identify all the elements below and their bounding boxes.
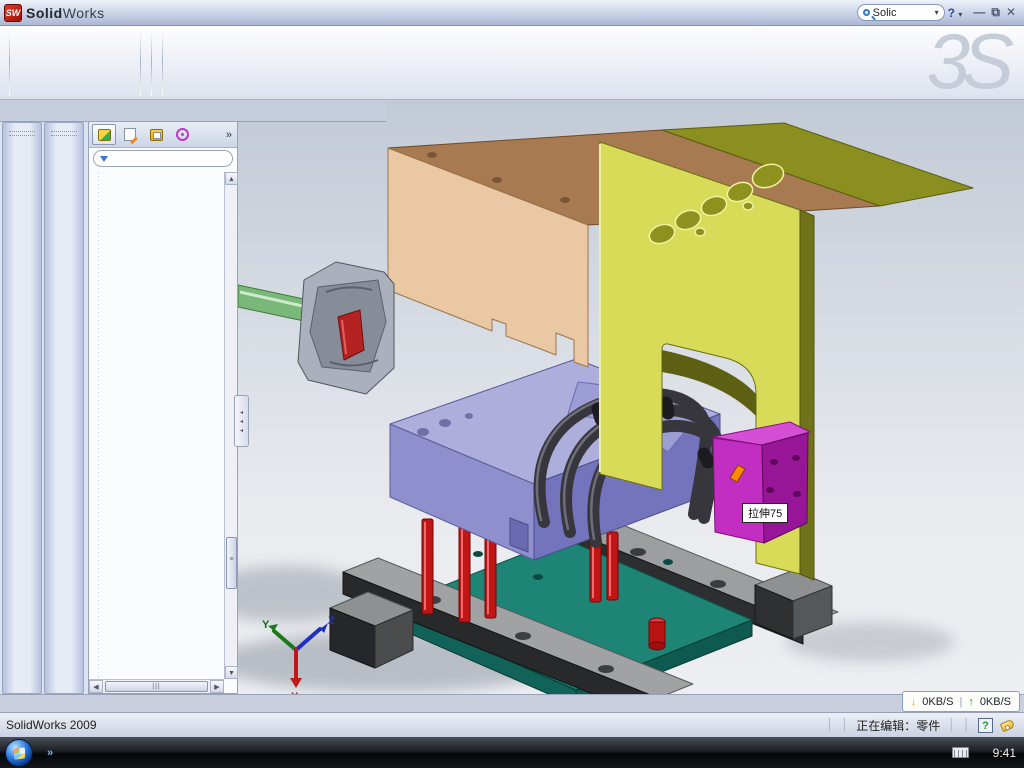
feature-tree <box>89 172 224 679</box>
model-tab-bar <box>0 694 1024 712</box>
triad-y-label: Y <box>262 619 270 631</box>
command-manager-tabs <box>0 100 386 122</box>
dimxpert-manager-tab[interactable] <box>170 124 194 145</box>
network-speed-overlay[interactable]: ↓ 0KB/S | ↑ 0KB/S <box>902 691 1020 712</box>
search-dropdown-icon[interactable]: ▾ <box>935 8 939 17</box>
search-value: Solic <box>873 7 932 19</box>
panel-splitter-handle[interactable]: ◂◂◂ <box>234 395 249 447</box>
scroll-up-arrow[interactable]: ▲ <box>225 172 238 185</box>
tree-horizontal-scrollbar[interactable]: ◀ ||| ▶ <box>89 679 224 693</box>
feature-manager-tree-tab[interactable] <box>92 124 116 145</box>
horizontal-scroll-thumb[interactable]: ||| <box>105 681 208 692</box>
system-tray: 9:41 <box>952 746 1024 760</box>
app-title: SolidWorks <box>26 5 105 21</box>
windows-taskbar: » 9:41 <box>0 737 1024 768</box>
triad-z-label: Z <box>328 615 335 627</box>
feature-tooltip: 拉伸75 <box>742 503 788 523</box>
property-manager-icon <box>124 128 136 141</box>
title-bar: SW SolidWorks Solic ▾ ? ▾ — ⧉ ✕ <box>0 0 1024 26</box>
dimxpert-manager-icon <box>176 128 189 141</box>
slide-core-unit[interactable] <box>238 262 394 394</box>
start-button[interactable] <box>5 739 33 767</box>
status-bar: SolidWorks 2009 ││ 正在编辑：零件 ││ ? <box>0 712 1024 737</box>
cavity-block[interactable] <box>390 359 720 560</box>
side-insert-block[interactable] <box>713 422 810 543</box>
3d-model-view[interactable]: Y Z X <box>238 122 1024 694</box>
tree-filter-row <box>89 148 237 170</box>
search-icon <box>863 9 870 16</box>
feature-manager-panel: » ▲ ≡ ▼ ◀ ||| ▶ <box>88 122 238 694</box>
graphics-viewport[interactable]: Y Z X 拉伸75 <box>238 100 1024 694</box>
quick-tips-toggle[interactable]: ? <box>978 718 993 733</box>
input-method-keyboard-icon[interactable] <box>952 747 969 758</box>
dassault-watermark: 3S <box>927 24 1006 98</box>
taskbar-clock: 9:41 <box>993 746 1016 760</box>
quick-launch-chevron[interactable]: » <box>47 747 53 759</box>
configuration-manager-tab[interactable] <box>144 124 168 145</box>
sketch-entities-palette <box>15 28 135 97</box>
status-text: SolidWorks 2009 <box>0 718 826 732</box>
tags-icon[interactable] <box>1000 718 1016 732</box>
solidworks-logo-icon: SW <box>4 4 22 22</box>
panel-overflow-button[interactable]: » <box>226 129 234 141</box>
download-arrow-icon: ↓ <box>911 696 917 708</box>
features-toolbar <box>2 122 42 694</box>
surfaces-toolbar <box>44 122 84 694</box>
scroll-left-arrow[interactable]: ◀ <box>89 680 103 693</box>
editing-status: 正在编辑：零件 <box>856 717 940 734</box>
download-speed: 0KB/S <box>922 696 953 708</box>
close-button[interactable]: ✕ <box>1006 5 1016 20</box>
vertical-scroll-thumb[interactable]: ≡ <box>226 537 237 589</box>
solidworks-application-window: SW SolidWorks Solic ▾ ? ▾ — ⧉ ✕ 3S <box>0 0 1024 768</box>
feature-tree-icon <box>98 129 111 141</box>
app-logo: SW SolidWorks <box>0 4 115 22</box>
property-manager-tab[interactable] <box>118 124 142 145</box>
configuration-manager-icon <box>150 129 163 141</box>
tree-filter-input[interactable] <box>93 150 233 167</box>
left-toolbars <box>0 122 88 694</box>
filter-icon <box>100 156 108 166</box>
scroll-down-arrow[interactable]: ▼ <box>225 666 238 679</box>
upload-arrow-icon: ↑ <box>968 696 974 708</box>
scroll-right-arrow[interactable]: ▶ <box>210 680 224 693</box>
upload-speed: 0KB/S <box>980 696 1011 708</box>
feature-manager-tabs: » <box>89 122 237 148</box>
command-manager: 3S <box>0 26 1024 100</box>
